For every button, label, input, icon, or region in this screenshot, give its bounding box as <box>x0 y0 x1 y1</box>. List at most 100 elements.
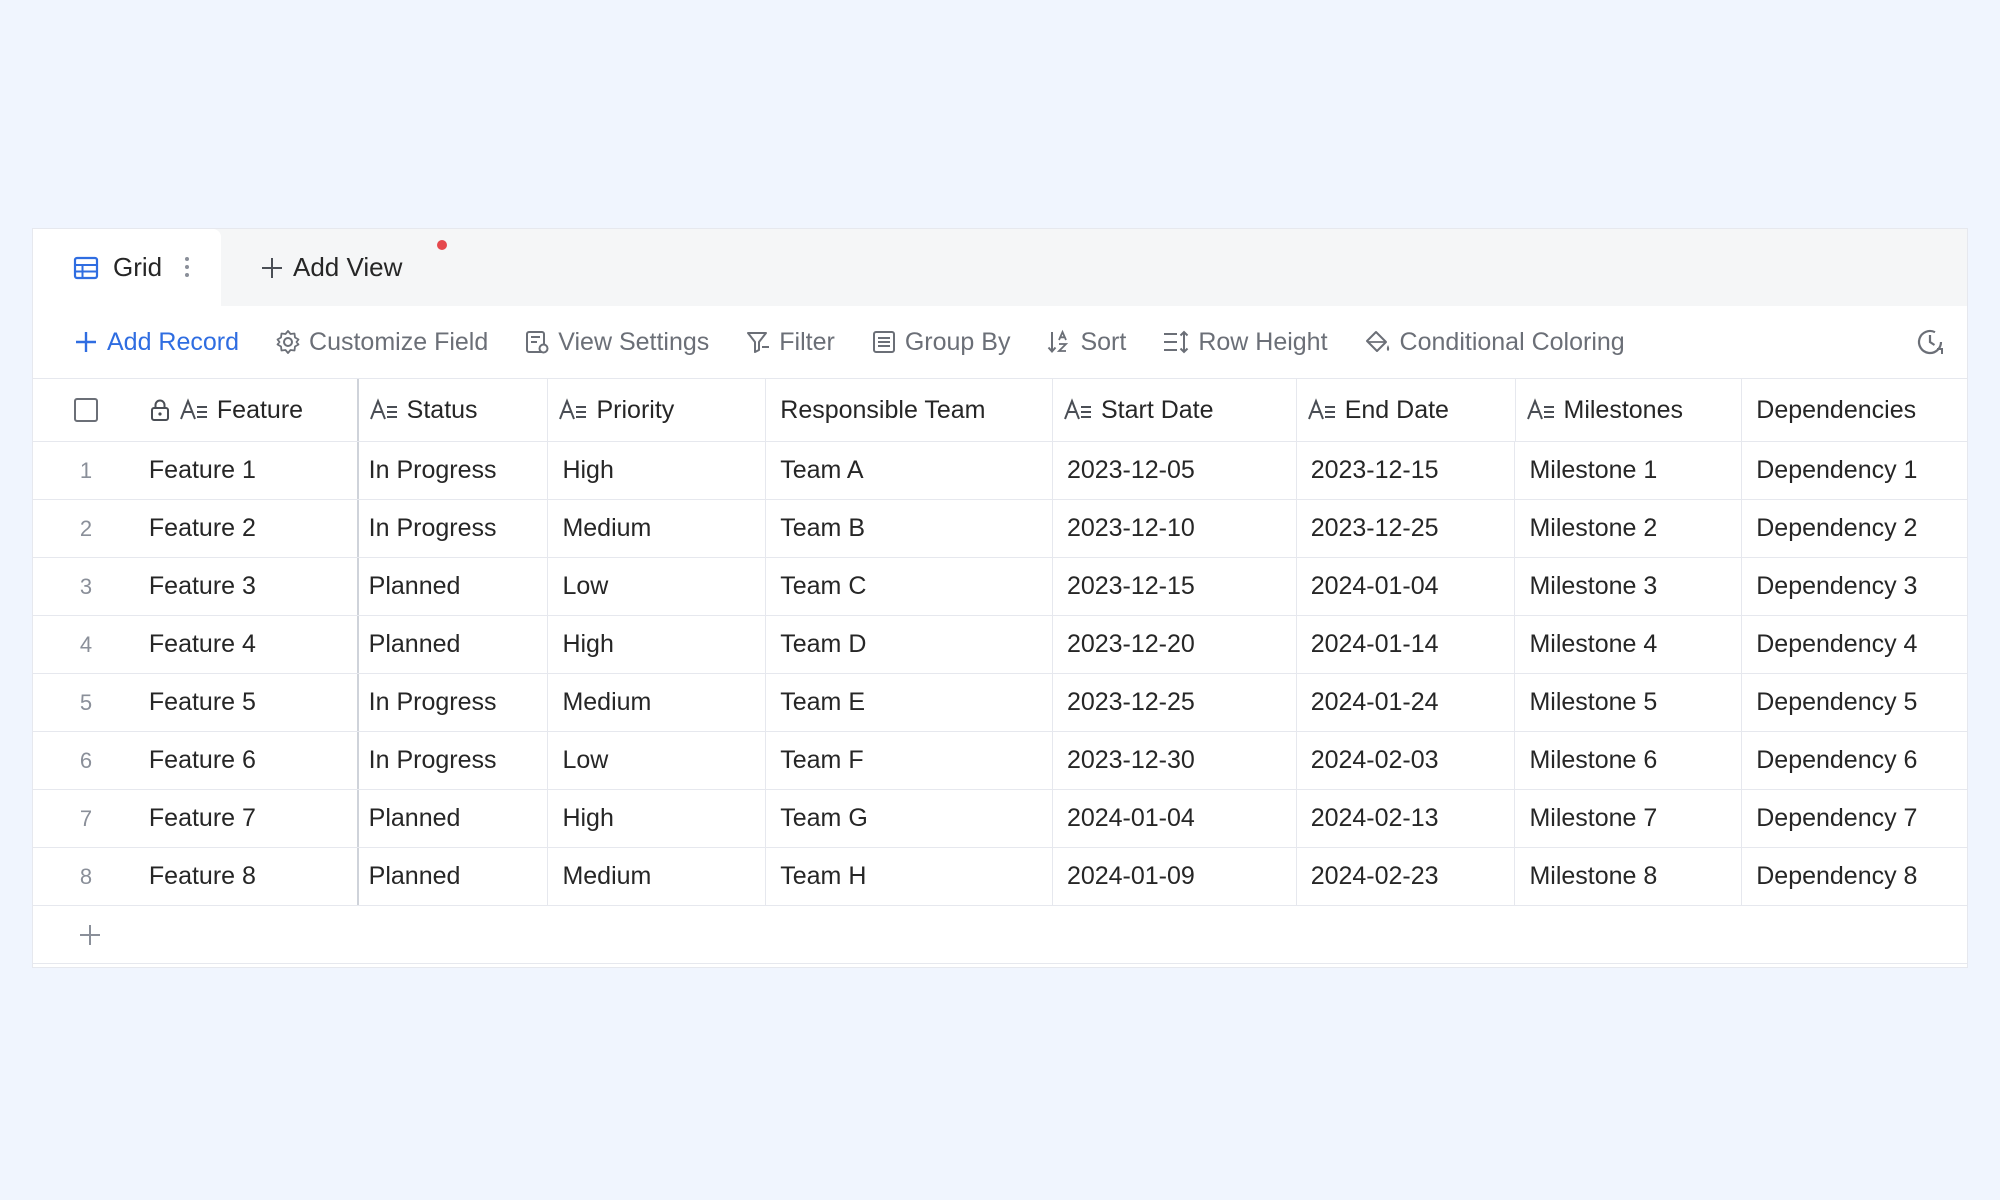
cell-responsible-team[interactable]: Team E <box>766 674 1053 731</box>
cell-status[interactable]: In Progress <box>359 732 549 789</box>
cell-responsible-team[interactable]: Team H <box>766 848 1053 905</box>
column-header-responsible-team[interactable]: Responsible Team <box>766 379 1053 441</box>
conditional-coloring-button[interactable]: Conditional Coloring <box>1364 328 1625 357</box>
cell-feature[interactable]: Feature 6 <box>139 732 359 789</box>
column-header-end-date[interactable]: End Date <box>1297 379 1516 441</box>
table-row[interactable]: 2 Feature 2 In Progress Medium Team B 2023-12… <box>33 500 1967 558</box>
cell-start-date[interactable]: 2023-12-30 <box>1053 732 1297 789</box>
cell-milestone[interactable]: Milestone 5 <box>1515 674 1743 731</box>
cell-priority[interactable]: Low <box>548 732 767 789</box>
cell-end-date[interactable]: 2024-02-23 <box>1297 848 1516 905</box>
cell-status[interactable]: In Progress <box>359 674 549 731</box>
cell-start-date[interactable]: 2023-12-25 <box>1053 674 1297 731</box>
cell-responsible-team[interactable]: Team A <box>766 442 1053 499</box>
select-all-checkbox[interactable] <box>73 398 98 422</box>
cell-start-date[interactable]: 2024-01-09 <box>1053 848 1297 905</box>
cell-dependency[interactable]: Dependency 4 <box>1742 616 1967 673</box>
cell-end-date[interactable]: 2023-12-25 <box>1297 500 1516 557</box>
cell-start-date[interactable]: 2023-12-05 <box>1053 442 1297 499</box>
cell-milestone[interactable]: Milestone 7 <box>1515 790 1743 847</box>
group-by-button[interactable]: Group By <box>871 328 1010 357</box>
cell-priority[interactable]: Medium <box>548 674 767 731</box>
cell-end-date[interactable]: 2023-12-15 <box>1297 442 1516 499</box>
filter-button[interactable]: Filter <box>745 328 835 357</box>
cell-feature[interactable]: Feature 5 <box>139 674 359 731</box>
cell-milestone[interactable]: Milestone 1 <box>1515 442 1743 499</box>
cell-feature[interactable]: Feature 2 <box>139 500 359 557</box>
cell-responsible-team[interactable]: Team F <box>766 732 1053 789</box>
cell-end-date[interactable]: 2024-02-03 <box>1297 732 1516 789</box>
cell-responsible-team[interactable]: Team B <box>766 500 1053 557</box>
cell-responsible-team[interactable]: Team D <box>766 616 1053 673</box>
customize-field-button[interactable]: Customize Field <box>275 328 488 357</box>
add-view-button[interactable]: Add View <box>259 229 402 306</box>
cell-priority[interactable]: High <box>548 616 767 673</box>
sort-button[interactable]: Sort <box>1046 328 1126 357</box>
cell-priority[interactable]: High <box>548 790 767 847</box>
table-row[interactable]: 3 Feature 3 Planned Low Team C 2023-12-15 2024… <box>33 558 1967 616</box>
cell-feature[interactable]: Feature 4 <box>139 616 359 673</box>
cell-priority[interactable]: High <box>548 442 767 499</box>
column-label: Milestones <box>1563 395 1684 424</box>
cell-start-date[interactable]: 2023-12-15 <box>1053 558 1297 615</box>
cell-responsible-team[interactable]: Team C <box>766 558 1053 615</box>
column-header-feature[interactable]: Feature <box>139 379 359 441</box>
cell-status[interactable]: Planned <box>359 616 549 673</box>
add-record-button[interactable]: Add Record <box>73 328 239 357</box>
cell-status[interactable]: Planned <box>359 558 549 615</box>
cell-milestone[interactable]: Milestone 4 <box>1515 616 1743 673</box>
cell-dependency[interactable]: Dependency 8 <box>1742 848 1967 905</box>
cell-priority[interactable]: Medium <box>548 848 767 905</box>
view-settings-button[interactable]: View Settings <box>524 328 709 357</box>
row-height-button[interactable]: Row Height <box>1162 327 1328 357</box>
column-label: Responsible Team <box>780 395 986 424</box>
cell-status[interactable]: In Progress <box>359 442 549 499</box>
cell-responsible-team[interactable]: Team G <box>766 790 1053 847</box>
cell-milestone[interactable]: Milestone 3 <box>1515 558 1743 615</box>
cell-dependency[interactable]: Dependency 3 <box>1742 558 1967 615</box>
table-row[interactable]: 8 Feature 8 Planned Medium Team H 2024-01-09 2… <box>33 848 1967 906</box>
cell-feature[interactable]: Feature 8 <box>139 848 359 905</box>
column-header-status[interactable]: Status <box>359 379 549 441</box>
tab-grid-label: Grid <box>113 252 163 282</box>
cell-dependency[interactable]: Dependency 2 <box>1742 500 1967 557</box>
column-header-milestones[interactable]: Milestones <box>1516 379 1743 441</box>
cell-feature[interactable]: Feature 3 <box>139 558 359 615</box>
cell-start-date[interactable]: 2023-12-20 <box>1053 616 1297 673</box>
cell-milestone[interactable]: Milestone 6 <box>1515 732 1743 789</box>
grid-header-row: Feature Status Priority Responsible Team… <box>33 379 1967 442</box>
cell-feature[interactable]: Feature 7 <box>139 790 359 847</box>
table-row[interactable]: 6 Feature 6 In Progress Low Team F 2023-12-30… <box>33 732 1967 790</box>
cell-status[interactable]: Planned <box>359 848 549 905</box>
cell-end-date[interactable]: 2024-01-24 <box>1297 674 1516 731</box>
cell-priority[interactable]: Medium <box>548 500 767 557</box>
tab-grid[interactable]: Grid <box>33 229 221 306</box>
row-number: 2 <box>79 515 93 541</box>
cell-end-date[interactable]: 2024-01-14 <box>1297 616 1516 673</box>
history-icon[interactable] <box>1913 325 1947 359</box>
cell-end-date[interactable]: 2024-01-04 <box>1297 558 1516 615</box>
cell-start-date[interactable]: 2024-01-04 <box>1053 790 1297 847</box>
cell-dependency[interactable]: Dependency 7 <box>1742 790 1967 847</box>
column-header-dependencies[interactable]: Dependencies <box>1742 379 1967 441</box>
cell-priority[interactable]: Low <box>548 558 767 615</box>
cell-status[interactable]: In Progress <box>359 500 549 557</box>
column-header-priority[interactable]: Priority <box>548 379 767 441</box>
column-header-start-date[interactable]: Start Date <box>1053 379 1297 441</box>
more-vertical-icon[interactable] <box>181 253 193 281</box>
cell-dependency[interactable]: Dependency 5 <box>1742 674 1967 731</box>
cell-end-date[interactable]: 2024-02-13 <box>1297 790 1516 847</box>
table-row[interactable]: 5 Feature 5 In Progress Medium Team E 2023-12… <box>33 674 1967 732</box>
add-row-button[interactable] <box>33 906 1967 964</box>
table-row[interactable]: 1 Feature 1 In Progress High Team A 2023-12-0… <box>33 442 1967 500</box>
cell-start-date[interactable]: 2023-12-10 <box>1053 500 1297 557</box>
cell-status[interactable]: Planned <box>359 790 549 847</box>
table-row[interactable]: 7 Feature 7 Planned High Team G 2024-01-04 202… <box>33 790 1967 848</box>
cell-milestone[interactable]: Milestone 8 <box>1515 848 1743 905</box>
cell-milestone[interactable]: Milestone 2 <box>1515 500 1743 557</box>
cell-dependency[interactable]: Dependency 6 <box>1742 732 1967 789</box>
cell-dependency[interactable]: Dependency 1 <box>1742 442 1967 499</box>
table-row[interactable]: 4 Feature 4 Planned High Team D 2023-12-20 202… <box>33 616 1967 674</box>
row-height-label: Row Height <box>1198 327 1328 356</box>
cell-feature[interactable]: Feature 1 <box>139 442 359 499</box>
